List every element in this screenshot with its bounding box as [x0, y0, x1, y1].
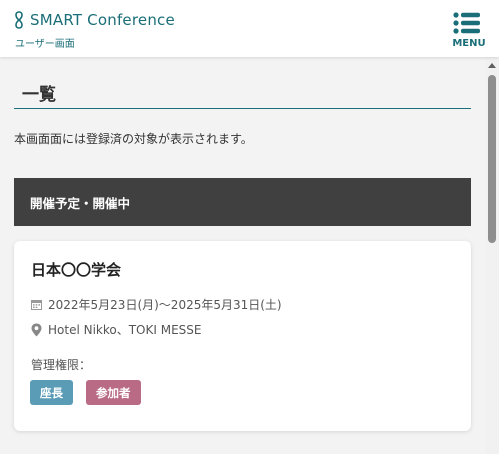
event-title[interactable]: 日本〇〇学会	[31, 259, 121, 280]
list-menu-icon	[453, 12, 480, 34]
calendar-icon	[31, 300, 42, 310]
app-header: SMART Conference ユーザー画面 MENU	[0, 0, 499, 57]
event-card[interactable]: 日本〇〇学会 2022年5月23日(月)～2025年5月31日(土) Hotel…	[14, 241, 471, 431]
brand[interactable]: SMART Conference	[14, 11, 175, 29]
event-venue: Hotel Nikko、TOKI MESSE	[48, 323, 202, 337]
map-pin-icon	[31, 323, 42, 336]
event-venue-row: Hotel Nikko、TOKI MESSE	[31, 321, 201, 338]
scroll-up-arrow-icon[interactable]	[488, 63, 496, 68]
vertical-scrollbar[interactable]	[485, 57, 499, 454]
page-title: 一覧	[14, 80, 471, 109]
app-title: SMART Conference	[30, 11, 175, 29]
role-badge-participant: 参加者	[86, 380, 141, 405]
menu-label: MENU	[452, 38, 486, 49]
role-badge-chair: 座長	[30, 380, 73, 405]
app-subtitle: ユーザー画面	[15, 39, 75, 50]
page-description: 本画面面には登録済の対象が表示されます。	[14, 132, 253, 146]
section-header-label: 開催予定・開催中	[30, 195, 131, 211]
menu-button[interactable]: MENU	[451, 10, 487, 50]
section-header: 開催予定・開催中	[14, 178, 471, 226]
event-date: 2022年5月23日(月)～2025年5月31日(土)	[48, 298, 282, 312]
scrollbar-thumb[interactable]	[488, 75, 496, 243]
event-date-row: 2022年5月23日(月)～2025年5月31日(土)	[31, 296, 282, 313]
permission-label: 管理権限：	[31, 358, 92, 372]
infinity-logo-icon	[15, 11, 23, 29]
